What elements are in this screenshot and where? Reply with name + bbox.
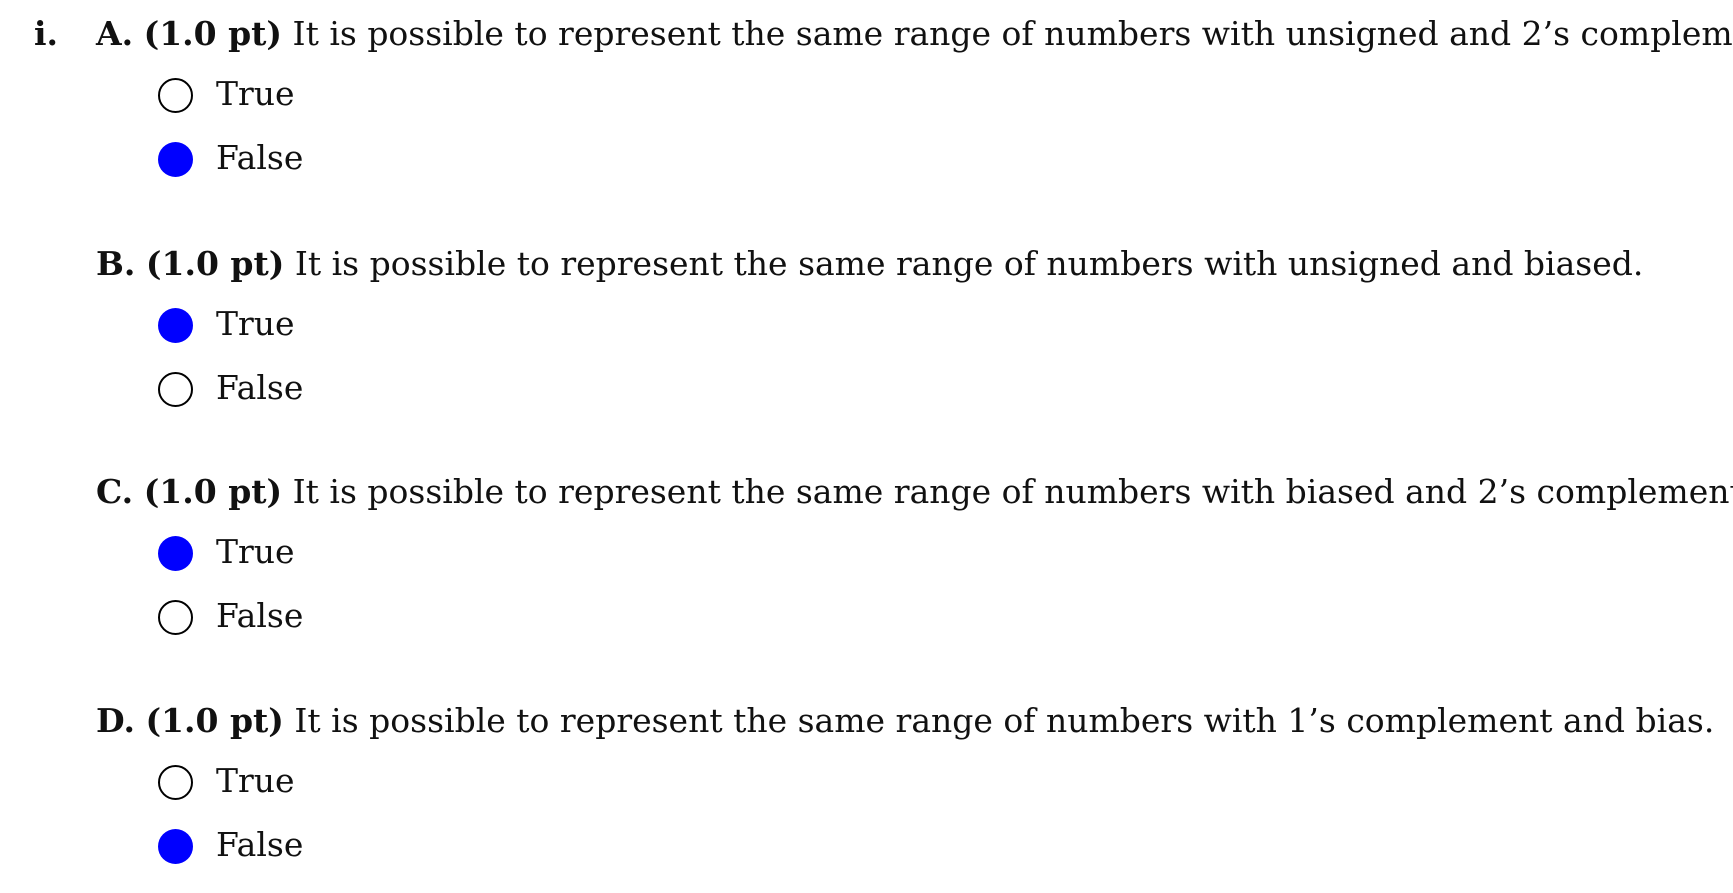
option-label: False	[216, 596, 304, 635]
question-text: It is possible to represent the same ran…	[292, 14, 1733, 53]
quiz-page: i. A. (1.0 pt) It is possible to represe…	[0, 0, 1733, 890]
option-label: False	[216, 138, 304, 177]
option-label: False	[216, 368, 304, 407]
option-true[interactable]: True	[158, 761, 1716, 829]
option-false[interactable]: False	[158, 138, 1716, 206]
question-text: It is possible to represent the same ran…	[292, 472, 1733, 511]
option-false[interactable]: False	[158, 368, 1716, 436]
question-letter: C.	[96, 472, 134, 511]
option-true[interactable]: True	[158, 74, 1716, 142]
option-label: True	[216, 532, 295, 571]
question-stem: B. (1.0 pt) It is possible to represent …	[96, 244, 1716, 284]
radio-button[interactable]	[158, 142, 193, 177]
option-true[interactable]: True	[158, 532, 1716, 600]
question-letter: A.	[96, 14, 134, 53]
question-stem: C. (1.0 pt) It is possible to represent …	[96, 472, 1733, 512]
question-points: (1.0 pt)	[145, 701, 284, 740]
question-b: B. (1.0 pt) It is possible to represent …	[96, 244, 1716, 436]
option-label: True	[216, 74, 295, 113]
radio-button[interactable]	[158, 765, 193, 800]
answer-options: True False	[158, 761, 1716, 893]
radio-button[interactable]	[158, 536, 193, 571]
question-letter: B.	[96, 244, 136, 283]
answer-options: True False	[158, 304, 1716, 436]
question-a: A. (1.0 pt) It is possible to represent …	[96, 14, 1733, 206]
radio-button[interactable]	[158, 78, 193, 113]
radio-button[interactable]	[158, 372, 193, 407]
item-number: i.	[34, 14, 59, 53]
question-text: It is possible to represent the same ran…	[294, 244, 1644, 283]
radio-button[interactable]	[158, 829, 193, 864]
question-letter: D.	[96, 701, 135, 740]
option-label: False	[216, 825, 304, 864]
question-c: C. (1.0 pt) It is possible to represent …	[96, 472, 1733, 664]
question-points: (1.0 pt)	[143, 14, 283, 53]
option-label: True	[216, 761, 295, 800]
question-stem: A. (1.0 pt) It is possible to represent …	[96, 14, 1733, 54]
question-points: (1.0 pt)	[143, 472, 283, 511]
answer-options: True False	[158, 532, 1716, 664]
option-true[interactable]: True	[158, 304, 1716, 372]
option-false[interactable]: False	[158, 825, 1716, 893]
option-label: True	[216, 304, 295, 343]
question-text: It is possible to represent the same ran…	[294, 701, 1715, 740]
question-stem: D. (1.0 pt) It is possible to represent …	[96, 701, 1716, 741]
radio-button[interactable]	[158, 308, 193, 343]
option-false[interactable]: False	[158, 596, 1716, 664]
question-points: (1.0 pt)	[145, 244, 285, 283]
question-d: D. (1.0 pt) It is possible to represent …	[96, 701, 1716, 893]
radio-button[interactable]	[158, 600, 193, 635]
answer-options: True False	[158, 74, 1716, 206]
